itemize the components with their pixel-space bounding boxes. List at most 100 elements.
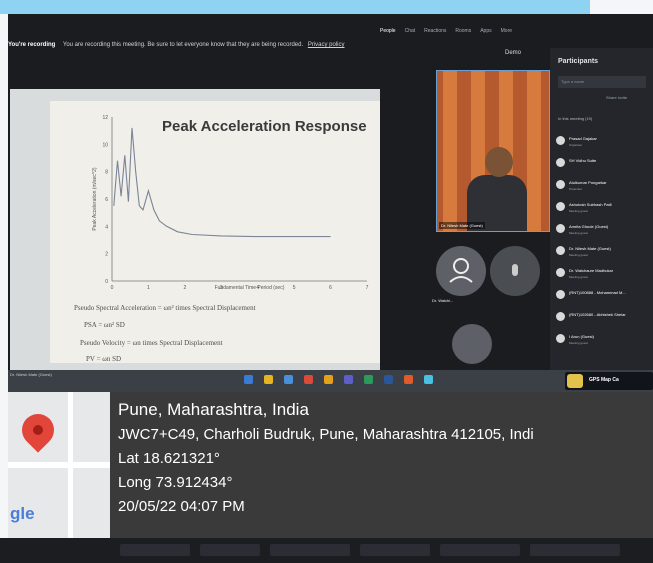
rooms-tab[interactable]: Rooms [455, 28, 471, 34]
curtain [443, 71, 457, 231]
participant-row[interactable]: Prasad Gajakar Organiser [554, 132, 652, 154]
participant-list: Prasad Gajakar Organiser SH Vidhu Sutte Atu… [554, 132, 652, 352]
chat-tab[interactable]: Chat [405, 28, 416, 34]
gps-map-camera-app[interactable]: GPS Map Ca [565, 372, 653, 390]
chart-y-tick-label: 6 [105, 197, 108, 203]
participant-row[interactable]: Atulkumar Pongarkar Presenter [554, 176, 652, 198]
app-icon[interactable] [404, 375, 413, 384]
keyboard-key [360, 544, 430, 556]
powerpoint-icon[interactable] [304, 375, 313, 384]
gps-datetime: 20/05/22 04:07 PM [118, 498, 245, 515]
formula-psa-text: Pseudo Spectral Acceleration = ωn² times… [74, 304, 256, 312]
people-tab[interactable]: People [380, 28, 396, 34]
participant-row[interactable]: Dr. Walchaure Madhukar Meeting guest [554, 264, 652, 286]
participant-role: Meeting guest [569, 253, 588, 257]
participant-avatar [556, 224, 565, 233]
formula-pv: PV = ωn SD [86, 355, 122, 363]
gps-city: Pune, Maharashtra, India [118, 400, 309, 419]
keyboard-key [200, 544, 260, 556]
map-pin-dot [33, 425, 43, 435]
meeting-toolbar: People Chat Reactions Rooms Apps More [380, 28, 512, 34]
recording-banner: You're recording You are recording this … [8, 32, 438, 58]
chart-y-tick-label: 10 [102, 142, 108, 148]
chart-series-line [113, 127, 331, 238]
video-tile-avatar[interactable] [436, 246, 486, 296]
gps-longitude: Long 73.912434° [118, 474, 233, 491]
participant-row[interactable]: SH Vidhu Sutte [554, 154, 652, 176]
participant-avatar [556, 290, 565, 299]
mic-off-icon [512, 264, 518, 276]
video-tile-initials[interactable] [490, 246, 540, 296]
gps-app-label: GPS Map Ca [589, 377, 619, 383]
folder-icon[interactable] [264, 375, 273, 384]
privacy-policy-link[interactable]: Privacy policy [308, 42, 345, 48]
participant-name: Atulkumar Pongarkar [569, 180, 607, 185]
map-road [68, 392, 73, 538]
edge-icon[interactable] [244, 375, 253, 384]
participant-row[interactable]: Ashutosh Subhash Patil Meeting guest [554, 198, 652, 220]
participant-role: Organiser [569, 143, 583, 147]
in-meeting-section[interactable]: In this meeting (19) [558, 116, 592, 121]
top-strip [0, 0, 590, 14]
google-logo: gle [10, 504, 35, 523]
gps-camera-icon [567, 374, 583, 388]
video-tile-name: Dr. Nilesh Mate (Guest) [439, 222, 485, 229]
participant-role: Meeting guest [569, 275, 588, 279]
participant-role: Meeting guest [569, 231, 588, 235]
windows-taskbar: Dr. Nilesh Mate (Guest) GPS Map Ca [8, 370, 653, 392]
participant-row[interactable]: I Arun (Guest) Meeting guest [554, 330, 652, 352]
slide-title: Peak Acceleration Response [162, 118, 367, 135]
word-icon[interactable] [384, 375, 393, 384]
participant-avatar [556, 246, 565, 255]
gps-latitude: Lat 18.621321° [118, 450, 220, 467]
participant-avatar [556, 312, 565, 321]
taskbar-label: Dr. Nilesh Mate (Guest) [10, 372, 52, 377]
participant-avatar [556, 136, 565, 145]
app-icon[interactable] [424, 375, 433, 384]
share-invite-button[interactable]: Share invite [606, 95, 627, 100]
video-tile-presenter[interactable]: Dr. Nilesh Mate (Guest) [436, 70, 550, 232]
chart-x-tick-label: 0 [111, 285, 114, 291]
keyboard-key [440, 544, 520, 556]
participant-avatar [556, 334, 565, 343]
shared-screen: 0 1 2 3 4 5 6 7 0 2 4 6 8 10 12 Fundamental Time Period… [10, 89, 380, 372]
presentation-slide: 0 1 2 3 4 5 6 7 0 2 4 6 8 10 12 Fundamental Time Period… [50, 101, 380, 363]
recording-title: You're recording [8, 42, 56, 48]
chart-x-tick-label: 6 [329, 285, 332, 291]
chart-x-tick-label: 5 [293, 285, 296, 291]
curtain [527, 71, 541, 231]
keyboard-key [530, 544, 620, 556]
map-road [8, 462, 110, 468]
chart-y-axis-label: Peak Acceleration (m/sec^2) [92, 167, 98, 231]
participant-name: SH Vidhu Sutte [569, 158, 597, 163]
teams-icon[interactable] [344, 375, 353, 384]
photo-frame: You're recording You are recording this … [0, 0, 653, 563]
participant-name: I Arun (Guest) [569, 334, 594, 339]
participant-row[interactable]: (RNT)102680 - Abhishek Shelar [554, 308, 652, 330]
person-icon [449, 258, 473, 283]
formula-psa: PSA = ωn² SD [84, 321, 125, 329]
chrome-icon[interactable] [324, 375, 333, 384]
participant-name: Dr. Nilesh Mate (Guest) [569, 246, 611, 251]
map-thumbnail: gle [8, 392, 110, 538]
participant-name: Prasad Gajakar [569, 136, 597, 141]
participant-search-input[interactable]: Type a name [558, 76, 646, 88]
meeting-window: You're recording You are recording this … [8, 14, 653, 394]
chart-y-tick-label: 8 [105, 170, 108, 176]
participant-avatar [556, 202, 565, 211]
recording-message: You are recording this meeting. Be sure … [62, 42, 304, 48]
participant-role: Meeting guest [569, 341, 588, 345]
participant-row[interactable]: (RNT)100888 - Mohammad M... [554, 286, 652, 308]
participant-name: Ashutosh Subhash Patil [569, 202, 612, 207]
store-icon[interactable] [284, 375, 293, 384]
excel-icon[interactable] [364, 375, 373, 384]
reactions-tab[interactable]: Reactions [424, 28, 446, 34]
apps-tab[interactable]: Apps [480, 28, 491, 34]
participant-row[interactable]: Dr. Nilesh Mate (Guest) Meeting guest [554, 242, 652, 264]
more-tab[interactable]: More [501, 28, 512, 34]
video-tile-avatar-2[interactable] [452, 324, 492, 364]
chart-y-tick-label: 2 [105, 252, 108, 258]
formula-pv-text: Pseudo Velocity = ωn times Spectral Disp… [80, 339, 223, 347]
participant-row[interactable]: Amrita Ghude (Guest) Meeting guest [554, 220, 652, 242]
participants-panel: Participants Type a name Share invite In… [550, 48, 653, 378]
